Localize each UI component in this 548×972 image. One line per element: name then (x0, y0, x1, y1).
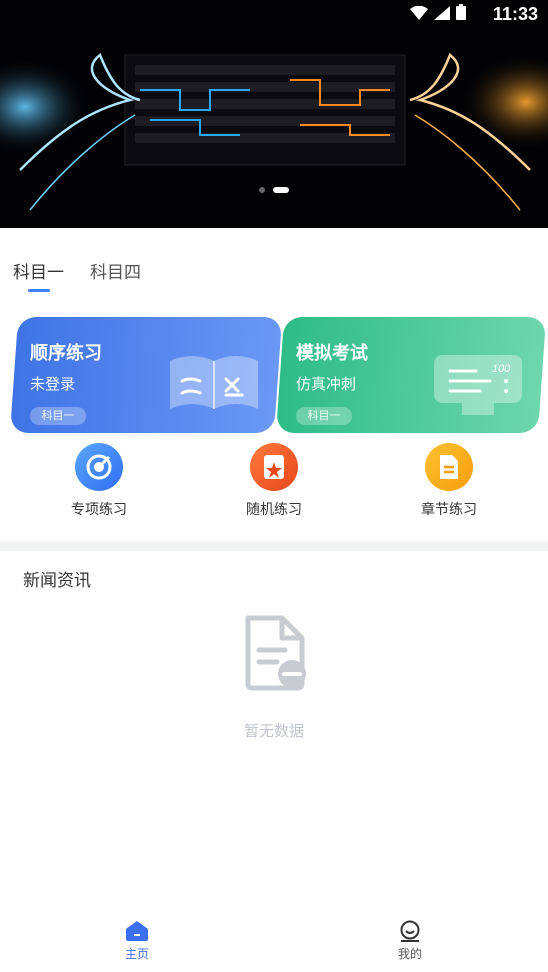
empty-document-icon (242, 614, 308, 698)
card-subtitle: 仿真冲刺 (296, 375, 357, 393)
sequential-practice-card[interactable]: 顺序练习 未登录 科目一 (10, 317, 283, 433)
tab-subject-one[interactable]: 科目一 (13, 258, 64, 283)
banner-carousel[interactable]: 11:33 (0, 0, 548, 228)
empty-state-text: 暂无数据 (243, 722, 304, 740)
target-icon (75, 443, 123, 491)
document-icon (425, 443, 473, 491)
profile-icon (380, 920, 440, 945)
bottom-navigation: 主页 我的 (0, 912, 548, 972)
exam-screen-score: 100 (492, 363, 511, 375)
random-practice-item[interactable]: 随机练习 (219, 443, 329, 519)
nav-profile-label: 我的 (397, 947, 422, 961)
nav-home[interactable]: 主页 (107, 920, 167, 962)
special-practice-item[interactable]: 专项练习 (44, 443, 154, 519)
chapter-practice-item[interactable]: 章节练习 (394, 443, 504, 519)
random-card-icon (250, 443, 298, 491)
card-title: 顺序练习 (30, 343, 103, 364)
special-practice-label: 专项练习 (71, 502, 127, 518)
carousel-indicator (0, 187, 548, 193)
active-tab-indicator (28, 289, 50, 292)
random-practice-label: 随机练习 (246, 502, 302, 518)
nav-home-label: 主页 (124, 947, 149, 961)
home-icon (107, 920, 167, 945)
signal-icon (434, 4, 450, 25)
status-bar: 11:33 (0, 0, 548, 28)
chapter-practice-label: 章节练习 (421, 502, 477, 518)
card-tag: 科目一 (296, 407, 353, 425)
open-book-icon (168, 351, 260, 417)
exam-screen-icon: 100 (432, 351, 524, 423)
carousel-dot-active[interactable] (273, 187, 289, 193)
card-title: 模拟考试 (296, 343, 369, 364)
card-tag: 科目一 (30, 407, 87, 425)
section-divider (0, 541, 548, 551)
subject-tabs: 科目一 科目四 (13, 258, 141, 283)
mock-exam-card[interactable]: 模拟考试 仿真冲刺 科目一 100 (276, 317, 547, 433)
tab-subject-four[interactable]: 科目四 (90, 258, 141, 283)
battery-icon (456, 4, 466, 25)
nav-profile[interactable]: 我的 (380, 920, 440, 962)
card-subtitle: 未登录 (30, 375, 76, 393)
news-section-title: 新闻资讯 (23, 571, 91, 591)
wifi-icon (410, 4, 428, 25)
status-time: 11:33 (492, 4, 538, 24)
banner-image (0, 0, 548, 228)
carousel-dot[interactable] (259, 187, 265, 193)
